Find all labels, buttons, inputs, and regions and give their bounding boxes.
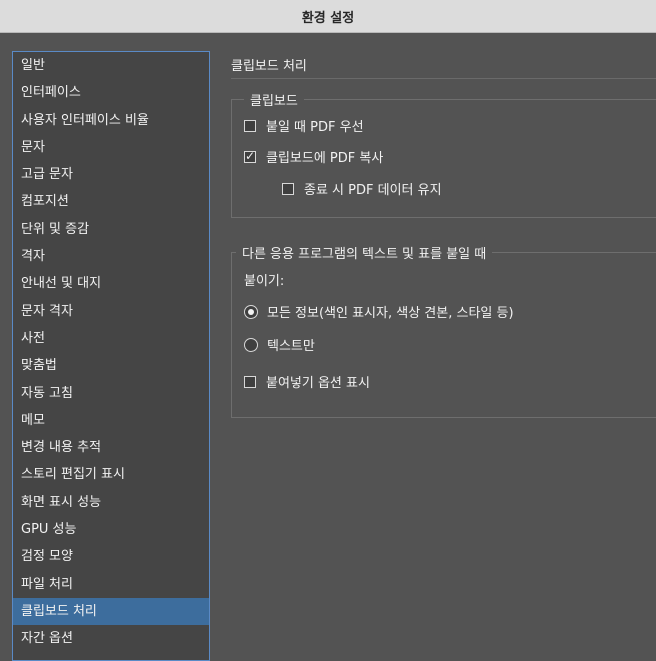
keep-pdf-on-exit-label: 종료 시 PDF 데이터 유지 <box>304 183 442 198</box>
sidebar-item-kerning-options[interactable]: 자간 옵션 <box>13 625 209 652</box>
sidebar-item-type[interactable]: 문자 <box>13 134 209 161</box>
sidebar-item-interface[interactable]: 인터페이스 <box>13 79 209 106</box>
copy-pdf-to-clipboard-label: 클립보드에 PDF 복사 <box>266 151 384 166</box>
all-information-label: 모든 정보(색인 표시자, 색상 견본, 스타일 등) <box>267 306 514 321</box>
prefer-pdf-paste-checkbox[interactable] <box>244 119 256 132</box>
sidebar-item-grids[interactable]: 격자 <box>13 243 209 270</box>
sidebar-item-notes[interactable]: 메모 <box>13 407 209 434</box>
sidebar-item-gpu-performance[interactable]: GPU 성능 <box>13 516 209 543</box>
sidebar-item-display-performance[interactable]: 화면 표시 성능 <box>13 489 209 516</box>
show-paste-options-option[interactable]: 붙여넣기 옵션 표시 <box>244 372 370 391</box>
text-only-radio[interactable] <box>244 337 258 352</box>
panel-title: 클립보드 처리 <box>231 59 307 74</box>
prefer-pdf-paste-label: 붙일 때 PDF 우선 <box>266 120 364 135</box>
sidebar-item-autocorrect[interactable]: 자동 고침 <box>13 380 209 407</box>
copy-pdf-to-clipboard-option[interactable]: 클립보드에 PDF 복사 <box>244 147 383 166</box>
sidebar-item-track-changes[interactable]: 변경 내용 추적 <box>13 434 209 461</box>
title-bar: 환경 설정 <box>0 0 656 33</box>
keep-pdf-on-exit-option[interactable]: 종료 시 PDF 데이터 유지 <box>282 179 442 198</box>
show-paste-options-label: 붙여넣기 옵션 표시 <box>266 376 370 391</box>
sidebar-item-frame-grid[interactable]: 문자 격자 <box>13 298 209 325</box>
preferences-category-list[interactable]: 일반 인터페이스 사용자 인터페이스 비율 문자 고급 문자 컴포지션 단위 및… <box>12 51 210 661</box>
prefer-pdf-paste-option[interactable]: 붙일 때 PDF 우선 <box>244 116 364 135</box>
copy-pdf-to-clipboard-checkbox[interactable] <box>244 149 256 163</box>
sidebar-item-dictionary[interactable]: 사전 <box>13 325 209 352</box>
sidebar-item-guides-pasteboard[interactable]: 안내선 및 대지 <box>13 270 209 297</box>
panel-title-divider <box>231 78 656 79</box>
sidebar-item-advanced-type[interactable]: 고급 문자 <box>13 161 209 188</box>
all-information-radio[interactable] <box>244 304 258 319</box>
paste-label: 붙이기: <box>244 274 285 289</box>
text-only-option[interactable]: 텍스트만 <box>244 335 315 354</box>
all-information-option[interactable]: 모든 정보(색인 표시자, 색상 견본, 스타일 등) <box>244 302 514 321</box>
sidebar-item-composition[interactable]: 컴포지션 <box>13 188 209 215</box>
keep-pdf-on-exit-checkbox[interactable] <box>282 182 294 195</box>
text-only-label: 텍스트만 <box>267 339 315 354</box>
sidebar-item-ui-scaling[interactable]: 사용자 인터페이스 비율 <box>13 107 209 134</box>
sidebar-item-clipboard-handling[interactable]: 클립보드 처리 <box>13 597 209 626</box>
sidebar-item-units-increments[interactable]: 단위 및 증감 <box>13 216 209 243</box>
sidebar-item-file-handling[interactable]: 파일 처리 <box>13 571 209 598</box>
sidebar-item-spelling[interactable]: 맞춤법 <box>13 352 209 379</box>
window-title: 환경 설정 <box>301 11 355 26</box>
show-paste-options-checkbox[interactable] <box>244 375 256 388</box>
sidebar-item-general[interactable]: 일반 <box>13 52 209 79</box>
clipboard-group-legend: 클립보드 <box>244 90 304 109</box>
sidebar-item-story-editor[interactable]: 스토리 편집기 표시 <box>13 461 209 488</box>
paste-group-legend: 다른 응용 프로그램의 텍스트 및 표를 붙일 때 <box>236 243 493 262</box>
sidebar-item-appearance-of-black[interactable]: 검정 모양 <box>13 543 209 570</box>
